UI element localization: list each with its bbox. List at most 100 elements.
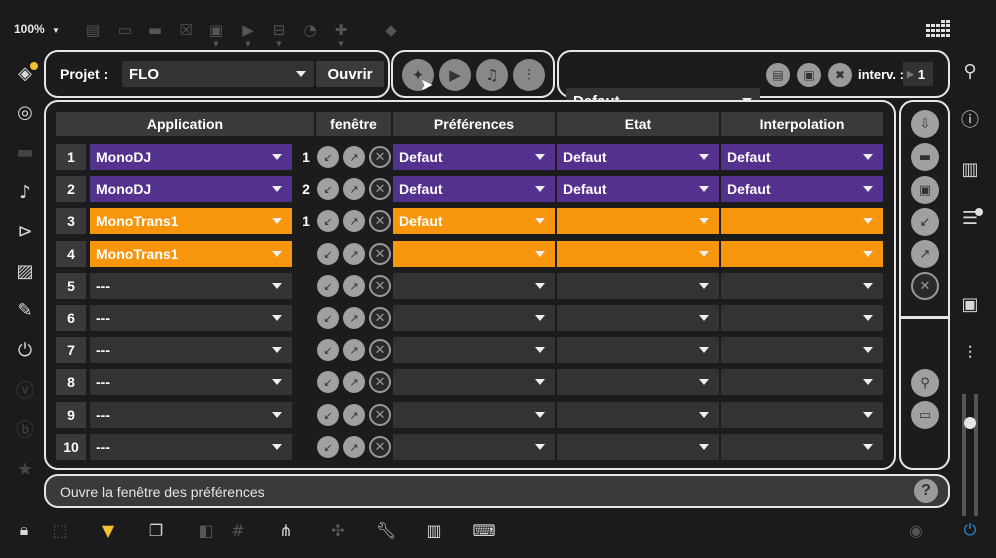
gauge-icon[interactable]: ◔ (299, 20, 321, 40)
interpolation-select[interactable] (721, 241, 883, 267)
etat-select[interactable]: Defaut (557, 144, 719, 170)
etat-select[interactable] (557, 434, 719, 460)
minimize-icon[interactable]: ↙ (317, 307, 339, 329)
sequence-icon[interactable]: ⊳ (12, 218, 38, 244)
maximize-icon[interactable]: ↗ (343, 307, 365, 329)
comment-icon[interactable]: ▬ (144, 20, 166, 40)
hierarchy-icon[interactable]: ⋔ (274, 518, 298, 542)
image-icon[interactable]: ▨ (12, 258, 38, 284)
grid-icon[interactable] (926, 20, 950, 42)
close-icon[interactable]: ✕ (369, 307, 391, 329)
close-icon[interactable]: ✕ (369, 436, 391, 458)
paperclip-icon[interactable]: ✎ (12, 297, 38, 323)
plus-icon[interactable]: ✚ ▼ (330, 20, 352, 48)
application-select[interactable]: MonoTrans1 (90, 208, 292, 234)
maximize-icon[interactable]: ↗ (343, 243, 365, 265)
close-icon[interactable]: ✕ (369, 243, 391, 265)
presentation-icon[interactable]: ▼ (96, 518, 120, 542)
close-icon[interactable]: ✕ (369, 210, 391, 232)
zoom-search-icon[interactable]: ⚲ (911, 369, 939, 397)
search-icon[interactable]: ⚲ (957, 58, 983, 84)
minimize-icon[interactable]: ↙ (317, 243, 339, 265)
display-icon[interactable]: ▶ (439, 59, 471, 91)
application-select[interactable]: MonoDJ (90, 176, 292, 202)
mixer-icon[interactable]: ⫶ (957, 340, 983, 366)
close-icon[interactable]: ✕ (369, 146, 391, 168)
layout-icon[interactable]: ▤ (82, 20, 104, 40)
project-select[interactable]: FLO (122, 61, 314, 87)
maximize-icon[interactable]: ↗ (343, 436, 365, 458)
preferences-select[interactable] (393, 369, 555, 395)
maximize-icon[interactable]: ↗ (343, 404, 365, 426)
etat-select[interactable] (557, 369, 719, 395)
minimize-icon[interactable]: ↙ (317, 436, 339, 458)
application-select[interactable]: --- (90, 434, 292, 460)
paint-bucket-icon[interactable]: ◆ (380, 20, 402, 40)
maximize-icon[interactable]: ↗ (343, 210, 365, 232)
volume-slider-knob[interactable] (964, 417, 976, 429)
text-frame-icon[interactable]: ▭ (114, 20, 136, 40)
play-circle-icon[interactable]: ◉ (904, 518, 928, 542)
info-icon[interactable]: ⓘ (957, 106, 983, 132)
maximize-icon[interactable]: ↗ (343, 146, 365, 168)
camera-icon[interactable]: ▣ (957, 291, 983, 317)
keyboard-icon[interactable]: ⌨ (472, 518, 496, 542)
interpolation-select[interactable] (721, 208, 883, 234)
windows-icon[interactable]: ❐ (144, 518, 168, 542)
interpolation-select[interactable]: Defaut (721, 176, 883, 202)
interpolation-select[interactable]: Defaut (721, 144, 883, 170)
book-icon[interactable]: ▥ (957, 156, 983, 182)
close-icon[interactable]: ✕ (369, 178, 391, 200)
music-note-icon[interactable]: ♪ (12, 179, 38, 205)
piano-icon[interactable]: ▥ (422, 518, 446, 542)
preferences-select[interactable]: Defaut (393, 144, 555, 170)
etat-select[interactable] (557, 337, 719, 363)
interpolation-select[interactable] (721, 434, 883, 460)
maximize-icon[interactable]: ↗ (911, 240, 939, 268)
etat-select[interactable] (557, 273, 719, 299)
minimize-icon[interactable]: ↙ (317, 339, 339, 361)
save-icon[interactable]: ▣ (797, 63, 821, 87)
zoom-select[interactable]: 100% ▼ (14, 22, 60, 36)
maximize-icon[interactable]: ↗ (343, 371, 365, 393)
target-box-icon[interactable]: ▣ ▼ (205, 20, 227, 48)
close-icon[interactable]: ✕ (369, 404, 391, 426)
interpolation-select[interactable] (721, 337, 883, 363)
equalizer-icon[interactable]: ⫶ (513, 59, 545, 91)
preferences-select[interactable] (393, 434, 555, 460)
interpolation-select[interactable] (721, 369, 883, 395)
lock-icon[interactable]: 🔒︎ (12, 518, 36, 542)
minimize-icon[interactable]: ↙ (317, 371, 339, 393)
sort-icon[interactable]: ⇩ (911, 110, 939, 138)
open-button[interactable]: Ouvrir (316, 61, 384, 87)
close-icon[interactable]: ✕ (911, 272, 939, 300)
preferences-select[interactable] (393, 305, 555, 331)
application-select[interactable]: --- (90, 402, 292, 428)
power-icon[interactable]: ⏻ (958, 518, 982, 542)
minimize-icon[interactable]: ↙ (911, 208, 939, 236)
split-box-icon[interactable]: ⊟ ▼ (268, 20, 290, 48)
close-box-icon[interactable]: ☒ (175, 20, 197, 40)
laptop-icon[interactable]: ▭ (911, 401, 939, 429)
application-select[interactable]: MonoDJ (90, 144, 292, 170)
interpolation-select[interactable] (721, 305, 883, 331)
interpolation-select[interactable] (721, 402, 883, 428)
maximize-icon[interactable]: ↗ (343, 275, 365, 297)
minimize-icon[interactable]: ↙ (317, 210, 339, 232)
etat-select[interactable]: Defaut (557, 176, 719, 202)
trash-icon[interactable]: ✖ (828, 63, 852, 87)
minus-bar-icon[interactable]: ▬ (911, 143, 939, 171)
application-select[interactable]: --- (90, 305, 292, 331)
target-icon[interactable]: ◎ (12, 99, 38, 125)
interval-stepper[interactable]: ▶ 1 (903, 62, 933, 86)
preferences-select[interactable] (393, 273, 555, 299)
preferences-select[interactable] (393, 402, 555, 428)
etat-select[interactable] (557, 241, 719, 267)
close-icon[interactable]: ✕ (369, 339, 391, 361)
application-select[interactable]: MonoTrans1 (90, 241, 292, 267)
minimize-icon[interactable]: ↙ (317, 146, 339, 168)
application-select[interactable]: --- (90, 369, 292, 395)
save-as-icon[interactable]: ▤ (766, 63, 790, 87)
application-select[interactable]: --- (90, 273, 292, 299)
close-icon[interactable]: ✕ (369, 275, 391, 297)
